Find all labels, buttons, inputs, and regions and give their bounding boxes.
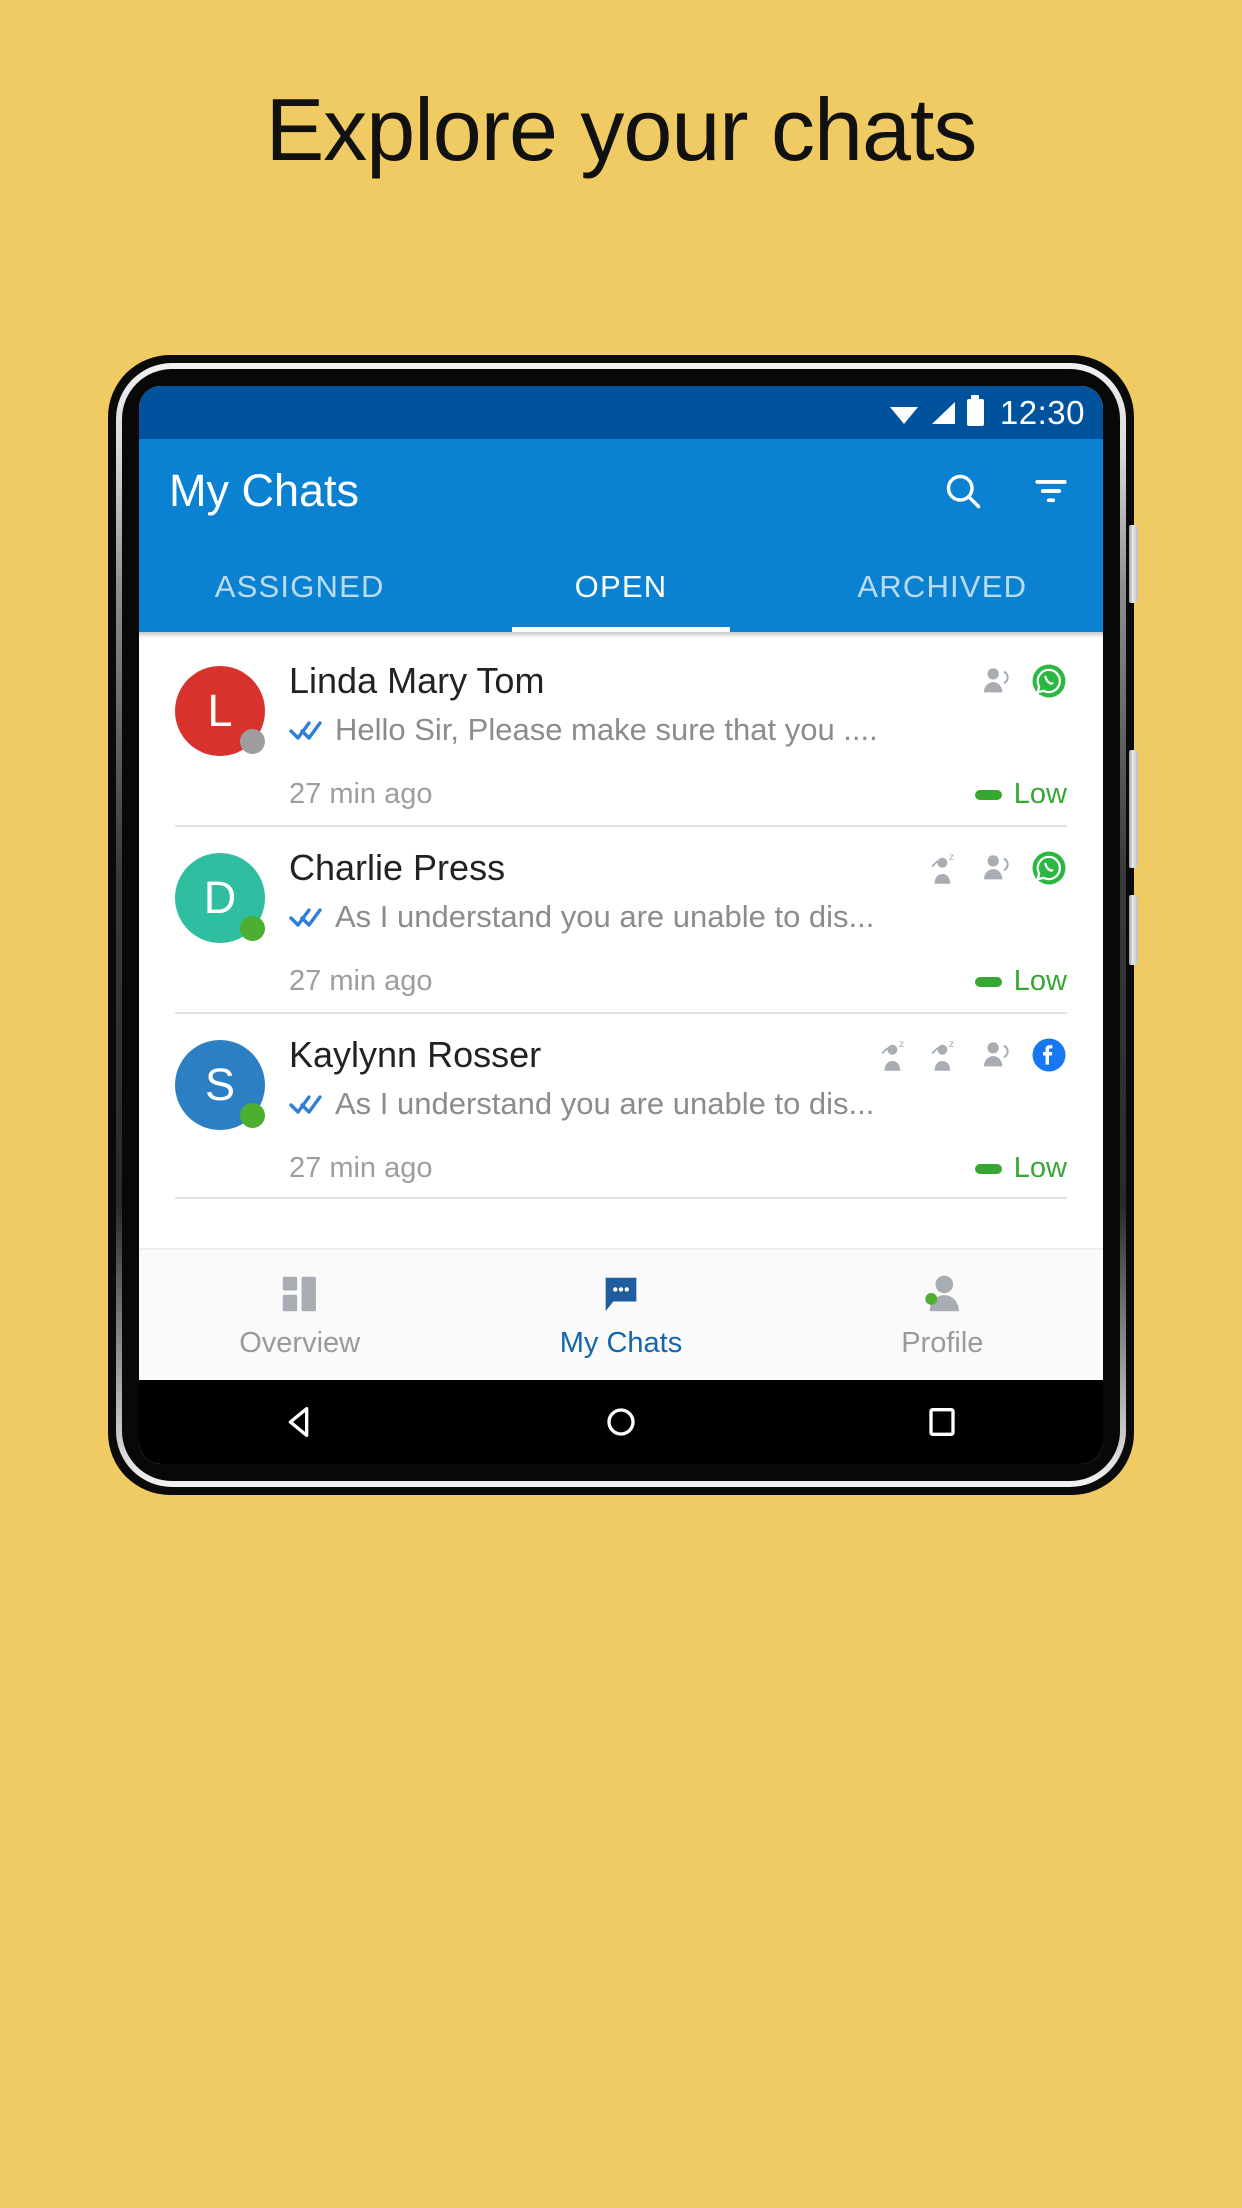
app-bar-title: My Chats <box>169 464 360 516</box>
nav-item-my-chats[interactable]: My Chats <box>460 1250 781 1380</box>
priority-label: Low <box>1013 778 1067 810</box>
search-icon <box>946 474 981 508</box>
dashboard-icon <box>282 1276 316 1311</box>
recents-icon <box>929 1407 955 1437</box>
priority-dash-icon <box>974 789 1002 800</box>
priority-label: Low <box>1013 1152 1067 1184</box>
svg-text:z: z <box>949 852 954 863</box>
chat-contact-name: Linda Mary Tom <box>289 660 545 701</box>
page-title: Explore your chats <box>265 80 978 179</box>
double-check-icon <box>289 721 322 740</box>
battery-icon <box>966 395 984 426</box>
android-navigation-bar <box>139 1380 1103 1464</box>
nav-label-overview: Overview <box>239 1326 361 1359</box>
chat-timestamp: 27 min ago <box>289 1152 433 1184</box>
svg-text:z: z <box>949 1039 954 1050</box>
whatsapp-icon <box>1032 664 1066 698</box>
tab-bar: ASSIGNED OPEN ARCHIVED <box>139 542 1103 632</box>
chat-list-item[interactable]: D Charlie Press z As I understand you ar… <box>139 825 1103 1012</box>
double-check-icon <box>289 908 322 927</box>
avatar: D <box>175 853 265 943</box>
volume-button[interactable] <box>1129 750 1138 868</box>
wifi-icon <box>889 406 918 424</box>
filter-button[interactable] <box>1027 467 1075 515</box>
facebook-icon <box>1032 1038 1066 1072</box>
nav-item-overview[interactable]: Overview <box>139 1250 460 1380</box>
presence-indicator <box>240 729 265 754</box>
signal-icon <box>931 401 955 424</box>
profile-icon <box>925 1275 960 1311</box>
tab-assigned[interactable]: ASSIGNED <box>139 542 460 632</box>
chat-list: L Linda Mary Tom Hello Sir, Please make … <box>139 638 1103 1199</box>
whatsapp-icon <box>1032 851 1066 885</box>
avatar: S <box>175 1040 265 1130</box>
snooze-icon: z <box>881 1039 904 1071</box>
bottom-navigation: Overview My Chats Profile <box>139 1248 1103 1380</box>
chat-bubble-icon <box>605 1277 637 1311</box>
contact-icon <box>983 855 1009 880</box>
assistant-button[interactable] <box>1129 895 1138 965</box>
double-check-icon <box>289 1095 322 1114</box>
tab-open[interactable]: OPEN <box>460 542 781 632</box>
priority-badge: Low <box>974 1152 1067 1185</box>
nav-label-profile: Profile <box>901 1326 984 1359</box>
chat-list-item[interactable]: L Linda Mary Tom Hello Sir, Please make … <box>139 638 1103 825</box>
status-time: 12:30 <box>999 393 1085 431</box>
snooze-icon: z <box>931 1039 954 1071</box>
contact-icon <box>983 668 1009 693</box>
home-icon <box>607 1408 635 1436</box>
chat-snippet: Hello Sir, Please make sure that you ...… <box>335 712 878 747</box>
chat-contact-name: Kaylynn Rosser <box>289 1034 542 1075</box>
chat-snippet: As I understand you are unable to dis... <box>335 1086 875 1121</box>
chat-list-item[interactable]: S Kaylynn Rosser z z As I understand you… <box>139 1012 1103 1199</box>
recents-button[interactable] <box>920 1400 964 1444</box>
back-button[interactable] <box>278 1400 322 1444</box>
svg-text:z: z <box>899 1039 904 1050</box>
search-button[interactable] <box>939 467 987 515</box>
power-button[interactable] <box>1129 525 1138 603</box>
nav-item-profile[interactable]: Profile <box>782 1250 1103 1380</box>
priority-badge: Low <box>974 965 1067 998</box>
priority-label: Low <box>1013 965 1067 997</box>
chat-contact-name: Charlie Press <box>289 847 506 888</box>
chat-timestamp: 27 min ago <box>289 778 433 810</box>
avatar: L <box>175 666 265 756</box>
phone-screen: 12:30 My Chats ASSIGNED OPEN ARCHIVED L … <box>139 386 1103 1464</box>
priority-dash-icon <box>974 1163 1002 1174</box>
priority-badge: Low <box>974 778 1067 811</box>
app-bar: My Chats <box>139 439 1103 542</box>
phone-mockup: 12:30 My Chats ASSIGNED OPEN ARCHIVED L … <box>108 355 1138 1495</box>
presence-indicator <box>240 1103 265 1128</box>
contact-icon <box>983 1042 1009 1067</box>
status-bar: 12:30 <box>139 386 1103 439</box>
tab-archived[interactable]: ARCHIVED <box>782 542 1103 632</box>
presence-indicator <box>240 916 265 941</box>
priority-dash-icon <box>974 976 1002 987</box>
chat-timestamp: 27 min ago <box>289 965 433 997</box>
filter-icon <box>1035 479 1067 502</box>
snooze-icon: z <box>931 852 954 884</box>
nav-label-my-chats: My Chats <box>559 1326 683 1359</box>
chat-snippet: As I understand you are unable to dis... <box>335 899 875 934</box>
back-icon <box>288 1407 308 1437</box>
home-button[interactable] <box>599 1400 643 1444</box>
